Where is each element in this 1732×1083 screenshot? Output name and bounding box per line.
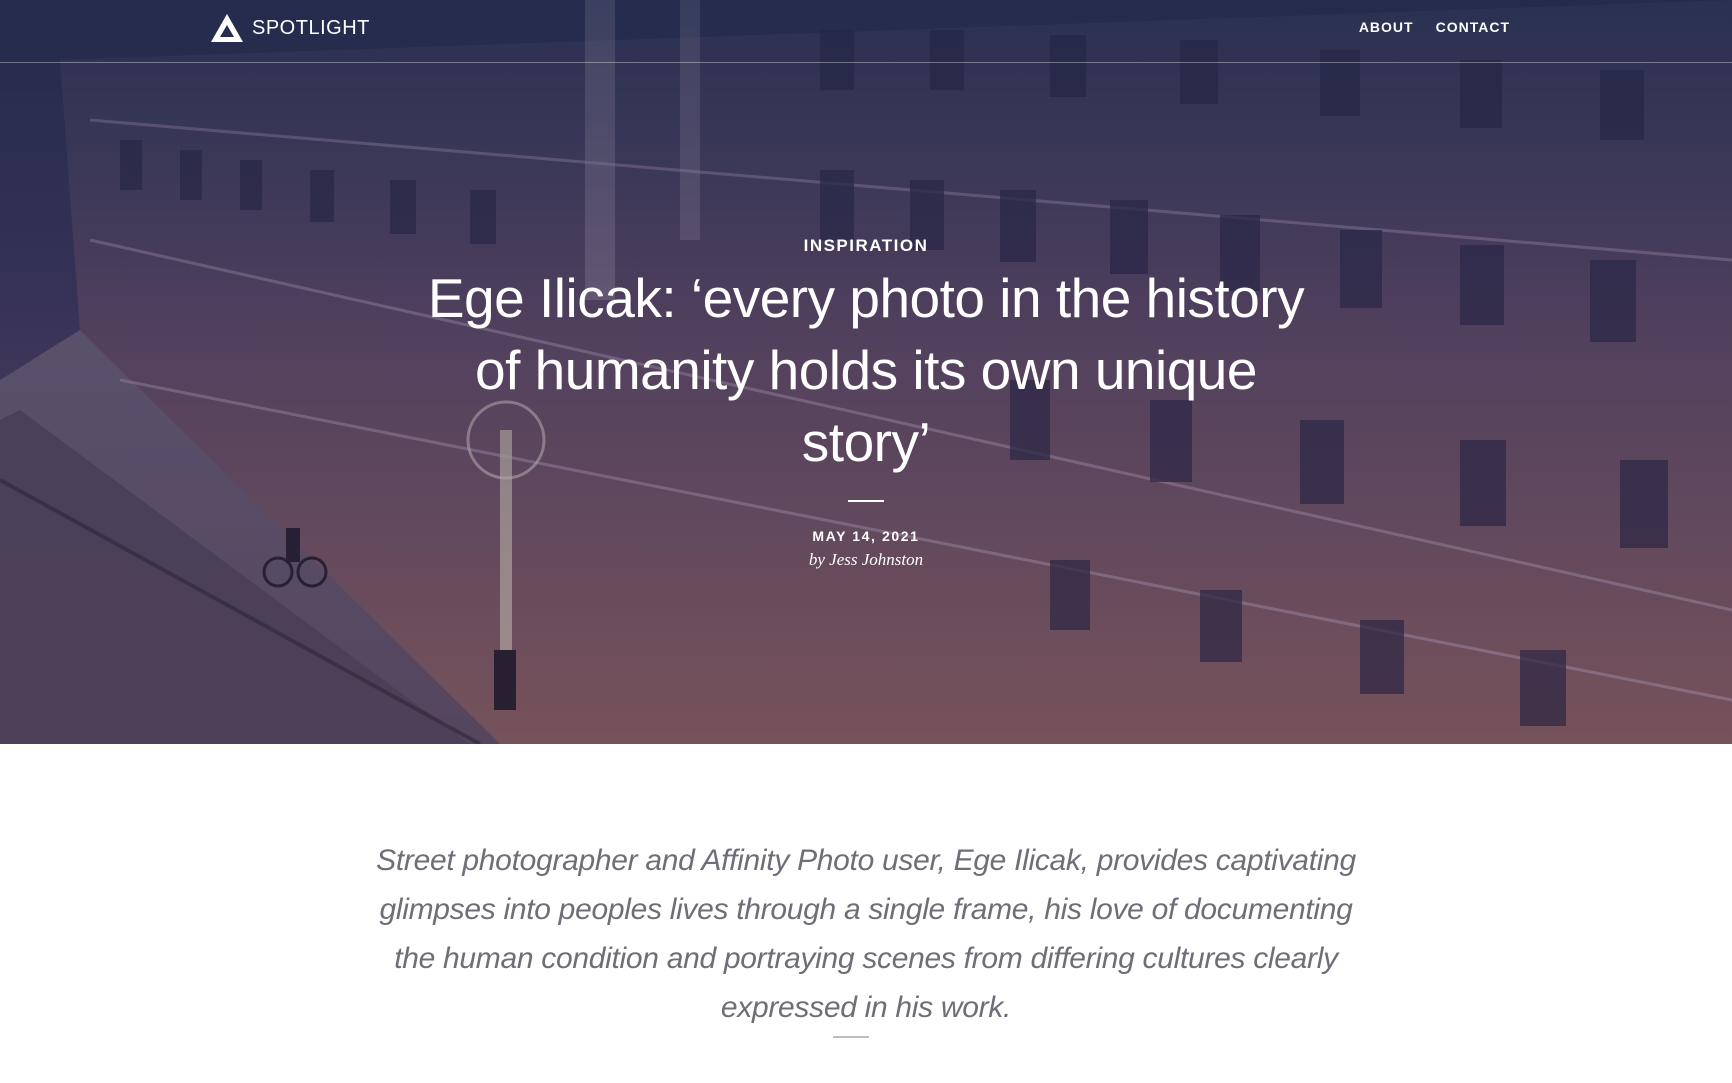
hero-banner: SPOTLIGHT ABOUT CONTACT INSPIRATION Ege … (0, 0, 1732, 744)
affinity-triangle-icon (211, 14, 243, 42)
article-title: Ege Ilicak: ‘every photo in the history … (427, 267, 1305, 473)
page: SPOTLIGHT ABOUT CONTACT INSPIRATION Ege … (0, 0, 1732, 1083)
nav-about-link[interactable]: ABOUT (1359, 19, 1414, 35)
top-navigation: SPOTLIGHT ABOUT CONTACT (0, 0, 1732, 63)
brand-logo-link[interactable]: SPOTLIGHT (210, 12, 370, 44)
article-intro: Street photographer and Affinity Photo u… (376, 844, 1356, 1024)
post-date: MAY 14, 2021 (812, 528, 920, 544)
nav-contact-link[interactable]: CONTACT (1436, 19, 1510, 35)
nav-links: ABOUT CONTACT (1359, 19, 1510, 35)
category-label[interactable]: INSPIRATION (366, 236, 1366, 256)
hero-divider (848, 500, 884, 502)
author-byline: by Jess Johnston (808, 550, 924, 569)
hero-content: INSPIRATION Ege Ilicak: ‘every photo in … (366, 236, 1366, 570)
brand-name: SPOTLIGHT (252, 16, 370, 39)
intro-divider (833, 1036, 869, 1038)
